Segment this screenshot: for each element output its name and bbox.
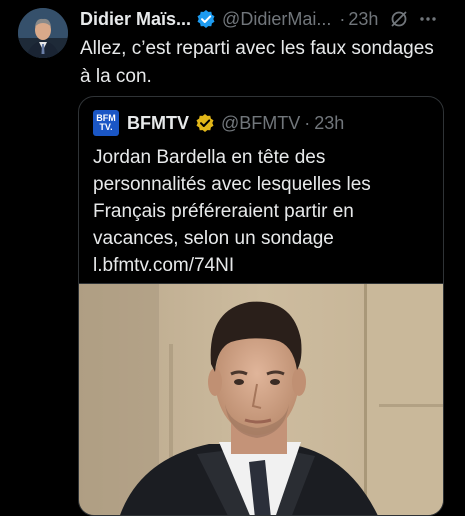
quoted-tweet-text: Jordan Bardella en tête des personnalité… (93, 144, 433, 279)
separator-dot: · (339, 8, 346, 29)
author-handle[interactable]: @DidierMai... (222, 9, 331, 30)
gold-verified-badge-icon (195, 113, 215, 133)
quoted-tweet-photo[interactable] (79, 283, 443, 515)
quoted-text-line: Français préféreraient partir en (93, 201, 354, 222)
quoted-text-line: vacances, selon un sondage (93, 228, 334, 249)
bfmtv-avatar[interactable]: BFM TV. (93, 110, 119, 136)
tweet[interactable]: Didier Maïs... @DidierMai... · 23h Allez… (0, 0, 465, 516)
author-avatar[interactable] (18, 8, 68, 58)
quoted-text-line: personnalités avec lesquelles les (93, 174, 371, 195)
verified-badge-icon (196, 9, 216, 29)
quoted-separator-dot: · (304, 112, 311, 133)
bfmtv-logo-line2: TV. (99, 122, 113, 132)
more-options-icon[interactable] (418, 9, 438, 29)
tweet-time[interactable]: 23h (348, 9, 378, 30)
tweet-text: Allez, c’est reparti avec les faux sonda… (80, 38, 434, 87)
grok-icon[interactable] (390, 10, 408, 28)
quoted-tweet-time[interactable]: 23h (314, 113, 344, 134)
quoted-link[interactable]: l.bfmtv.com/74NI (93, 252, 433, 279)
quoted-text-line: Jordan Bardella en tête des (93, 147, 326, 168)
tweet-header: Didier Maïs... @DidierMai... · 23h (80, 7, 455, 31)
author-name[interactable]: Didier Maïs... (80, 9, 191, 30)
quoted-tweet-header: BFM TV. BFMTV @BFMTV · 23h (93, 109, 433, 137)
quoted-tweet[interactable]: BFM TV. BFMTV @BFMTV · 23h Jordan Bardel… (78, 96, 444, 516)
quoted-author-handle[interactable]: @BFMTV (221, 113, 300, 134)
quoted-author-name[interactable]: BFMTV (127, 113, 189, 134)
